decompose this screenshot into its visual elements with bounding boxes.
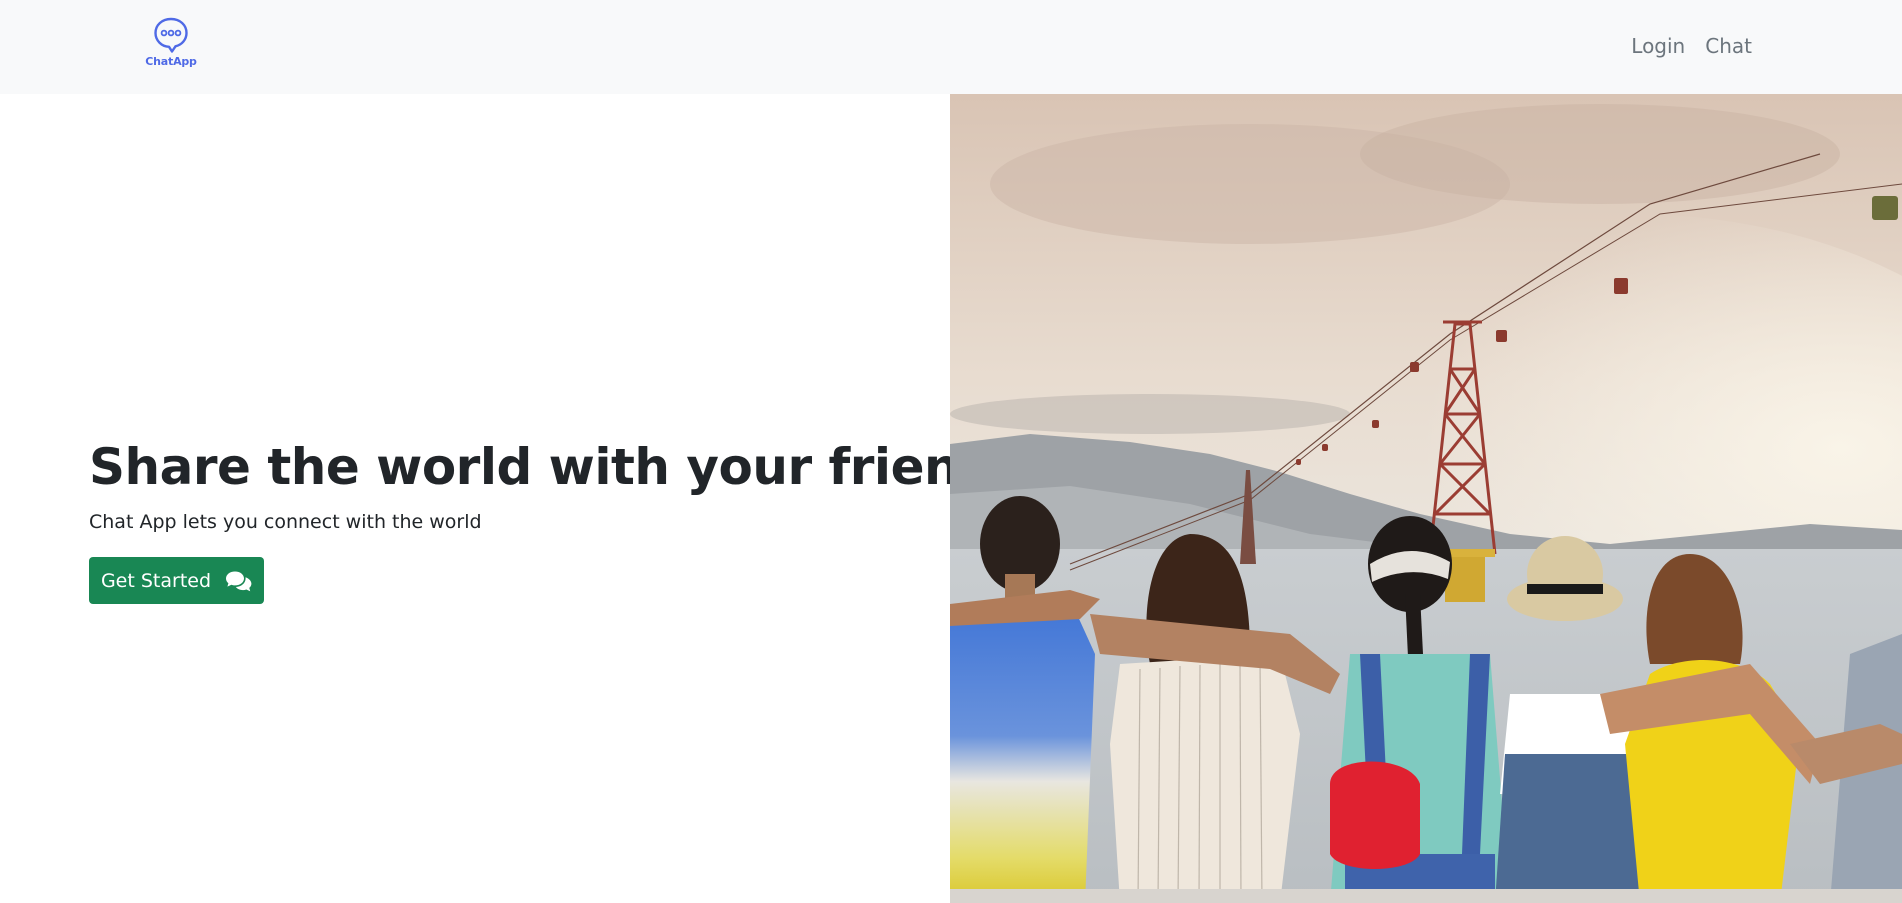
hero-photo xyxy=(950,94,1902,903)
nav-link-chat[interactable]: Chat xyxy=(1705,34,1752,58)
get-started-label: Get Started xyxy=(100,569,212,592)
brand-logo[interactable]: ChatApp xyxy=(145,16,197,72)
hero-image xyxy=(950,94,1902,903)
nav-link-login[interactable]: Login xyxy=(1631,34,1685,58)
get-started-button[interactable]: Get Started xyxy=(89,557,264,604)
hero-title: Share the world with your friends xyxy=(89,438,1024,496)
navbar: ChatApp Login Chat xyxy=(0,0,1902,94)
chat-bubble-icon xyxy=(154,17,188,53)
brand-name: ChatApp xyxy=(145,55,197,68)
nav-links: Login Chat xyxy=(1631,34,1752,58)
hero-subtitle: Chat App lets you connect with the world xyxy=(89,511,482,533)
hero-section: Share the world with your friends Chat A… xyxy=(0,94,1024,903)
comments-icon xyxy=(226,571,252,591)
